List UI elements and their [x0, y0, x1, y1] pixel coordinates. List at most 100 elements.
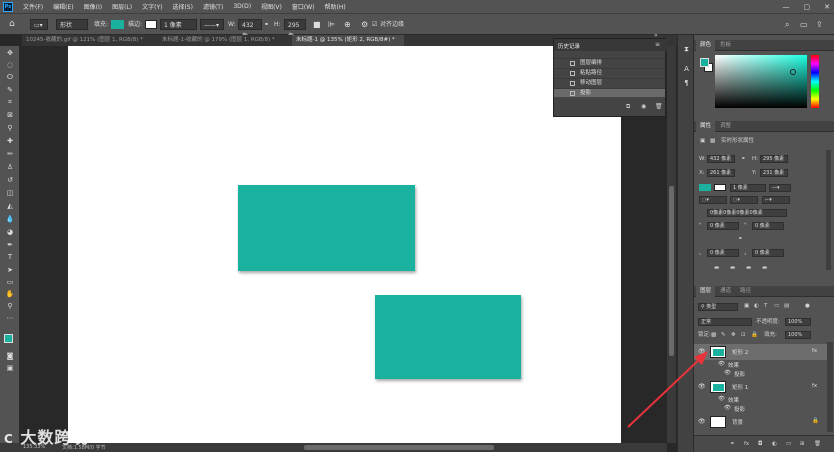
screen-mode-icon[interactable]: ▣	[5, 364, 15, 372]
shape-x-field[interactable]: 261 像素	[707, 169, 735, 177]
share-icon[interactable]: ⇪	[816, 19, 823, 30]
opacity-field[interactable]: 100%	[785, 318, 811, 326]
vertical-scrollbar[interactable]	[667, 46, 676, 443]
filter-smart-icon[interactable]: ▤	[784, 302, 789, 310]
shape-height-field[interactable]: 295 像素	[760, 155, 788, 163]
menu-layer[interactable]: 图层(L)	[112, 2, 132, 11]
character-panel-icon[interactable]: A	[682, 65, 691, 74]
color-picker-field[interactable]	[715, 55, 807, 108]
new-group-icon[interactable]: ▭	[786, 440, 791, 448]
lock-transparent-icon[interactable]: ▩	[711, 331, 716, 339]
path-arrangement-icon[interactable]: ⊕	[344, 19, 351, 30]
rectangle-1-shape[interactable]	[238, 185, 415, 271]
shape-stroke-swatch[interactable]	[714, 184, 726, 191]
home-icon[interactable]: ⌂	[9, 19, 15, 30]
stroke-cap-select[interactable]: ◌▾	[730, 196, 758, 204]
menu-edit[interactable]: 编辑(E)	[53, 2, 73, 11]
trash-icon[interactable]: 🗑	[814, 440, 821, 448]
menu-image[interactable]: 图像(I)	[84, 2, 102, 11]
tool-preset-picker[interactable]: ▭▾	[30, 19, 48, 30]
minimize-button[interactable]: —	[783, 3, 790, 11]
paragraph-panel-icon[interactable]: ¶	[682, 79, 691, 88]
history-brush-icon[interactable]: ↺	[5, 176, 15, 184]
layer-background[interactable]: 👁 背景 🔒	[694, 414, 827, 430]
lock-all-icon[interactable]: 🔒	[751, 331, 758, 339]
hue-slider[interactable]	[811, 55, 819, 108]
trash-icon[interactable]: 🗑	[655, 103, 663, 110]
add-mask-icon[interactable]: ◘	[758, 440, 762, 448]
filter-adjust-icon[interactable]: ◐	[754, 302, 759, 310]
tab-document-1[interactable]: 10245-收藏的.gif @ 121% (图层 1, RGB/8) *	[22, 35, 147, 46]
tab-document-3[interactable]: 未标题-1 @ 135% (矩形 2, RGB/8#) *	[292, 35, 404, 46]
path-alignment-icon[interactable]: ⊫	[328, 19, 335, 30]
lasso-tool-icon[interactable]: ⵔ	[5, 73, 15, 81]
dodge-tool-icon[interactable]: ◕	[5, 228, 15, 236]
lock-pixels-icon[interactable]: ✎	[721, 331, 726, 339]
new-document-from-state-icon[interactable]: ⧉	[626, 103, 630, 111]
rectangle-tool-icon[interactable]: ▭	[5, 278, 15, 286]
stroke-type-select[interactable]: ——▾	[200, 19, 224, 30]
link-corners-icon[interactable]: ⚭	[738, 235, 743, 243]
color-picker-cursor[interactable]	[790, 69, 796, 75]
shape-fill-swatch[interactable]	[699, 184, 711, 191]
path-operations-icon[interactable]: ■	[313, 19, 321, 30]
visibility-eye-icon[interactable]: 👁	[718, 361, 725, 367]
layer-name[interactable]: 背景	[732, 418, 743, 426]
panel-menu-icon[interactable]: ≡	[655, 41, 660, 48]
foreground-color-swatch[interactable]	[4, 334, 13, 343]
shape-y-field[interactable]: 231 像素	[760, 169, 788, 177]
horizontal-scrollbar[interactable]	[68, 443, 667, 452]
history-title[interactable]: 历史记录	[558, 42, 580, 50]
layer-rectangle-1[interactable]: 👁 矩形 1 fx	[694, 379, 827, 395]
add-style-icon[interactable]: fx	[744, 440, 749, 448]
corner-radius-all[interactable]: 0像素0像素0像素0像素	[707, 209, 787, 217]
layer-name[interactable]: 矩形 1	[732, 383, 748, 391]
properties-scrollbar[interactable]	[826, 150, 831, 270]
stroke-corner-select[interactable]: ⌐▾	[762, 196, 790, 204]
menu-select[interactable]: 选择(S)	[172, 2, 193, 11]
shape-mode-select[interactable]: 形状	[56, 19, 88, 30]
stroke-align-select[interactable]: ◌▾	[699, 196, 727, 204]
tab-properties[interactable]: 属性	[696, 121, 716, 132]
tab-layers[interactable]: 图层	[696, 286, 716, 297]
fill-swatch[interactable]	[111, 20, 124, 29]
crop-tool-icon[interactable]: ⌗	[5, 98, 15, 106]
layer-name[interactable]: 矩形 2	[732, 348, 748, 356]
quick-mask-icon[interactable]: ◙	[5, 352, 15, 360]
stroke-width-field[interactable]: 1 像素	[160, 19, 197, 30]
corner-radius-bottom-right[interactable]: 0 像素	[752, 249, 784, 257]
fx-icon[interactable]: fx	[812, 348, 817, 354]
scroll-thumb[interactable]	[304, 445, 494, 450]
filter-toggle-icon[interactable]: ●	[805, 302, 810, 310]
blur-tool-icon[interactable]: 💧	[5, 215, 15, 223]
adjustment-layer-icon[interactable]: ◐	[772, 440, 777, 448]
brush-tool-icon[interactable]: ✏	[5, 150, 15, 158]
foreground-swatch[interactable]	[700, 58, 709, 67]
layer-effects-row[interactable]: 👁 效果	[694, 395, 827, 404]
clone-stamp-icon[interactable]: ♙	[5, 163, 15, 171]
type-tool-icon[interactable]: T	[5, 253, 15, 261]
menu-view[interactable]: 视图(V)	[261, 2, 282, 11]
frame-tool-icon[interactable]: ⊠	[5, 111, 15, 119]
filter-type-icon[interactable]: T	[764, 302, 767, 310]
corner-radius-bottom-left[interactable]: 0 像素	[707, 249, 739, 257]
gear-icon[interactable]: ⚙	[361, 19, 368, 30]
visibility-eye-icon[interactable]: 👁	[698, 348, 706, 355]
path-op-icon[interactable]: ▬	[746, 264, 751, 272]
path-op-icon[interactable]: ▬	[730, 264, 735, 272]
stroke-swatch[interactable]	[145, 20, 157, 29]
history-item-selected[interactable]: 投影	[554, 88, 665, 97]
zoom-tool-icon[interactable]: ⚲	[5, 302, 15, 310]
path-op-icon[interactable]: ▬	[714, 264, 719, 272]
menu-filter[interactable]: 滤镜(T)	[203, 2, 223, 11]
lock-artboard-icon[interactable]: ⊡	[741, 331, 746, 339]
layer-effects-row[interactable]: 👁 效果	[694, 360, 827, 369]
layers-scrollbar[interactable]	[827, 342, 833, 432]
camera-icon[interactable]: ◉	[641, 103, 646, 110]
link-icon[interactable]: ⚭	[741, 155, 746, 163]
width-field[interactable]: 432 像	[238, 19, 262, 40]
menu-3d[interactable]: 3D(D)	[233, 3, 251, 10]
blend-mode-select[interactable]: 正常	[698, 318, 752, 326]
layer-filter-select[interactable]: ⚲ 类型	[698, 303, 738, 311]
shape-width-field[interactable]: 432 像素	[707, 155, 735, 163]
